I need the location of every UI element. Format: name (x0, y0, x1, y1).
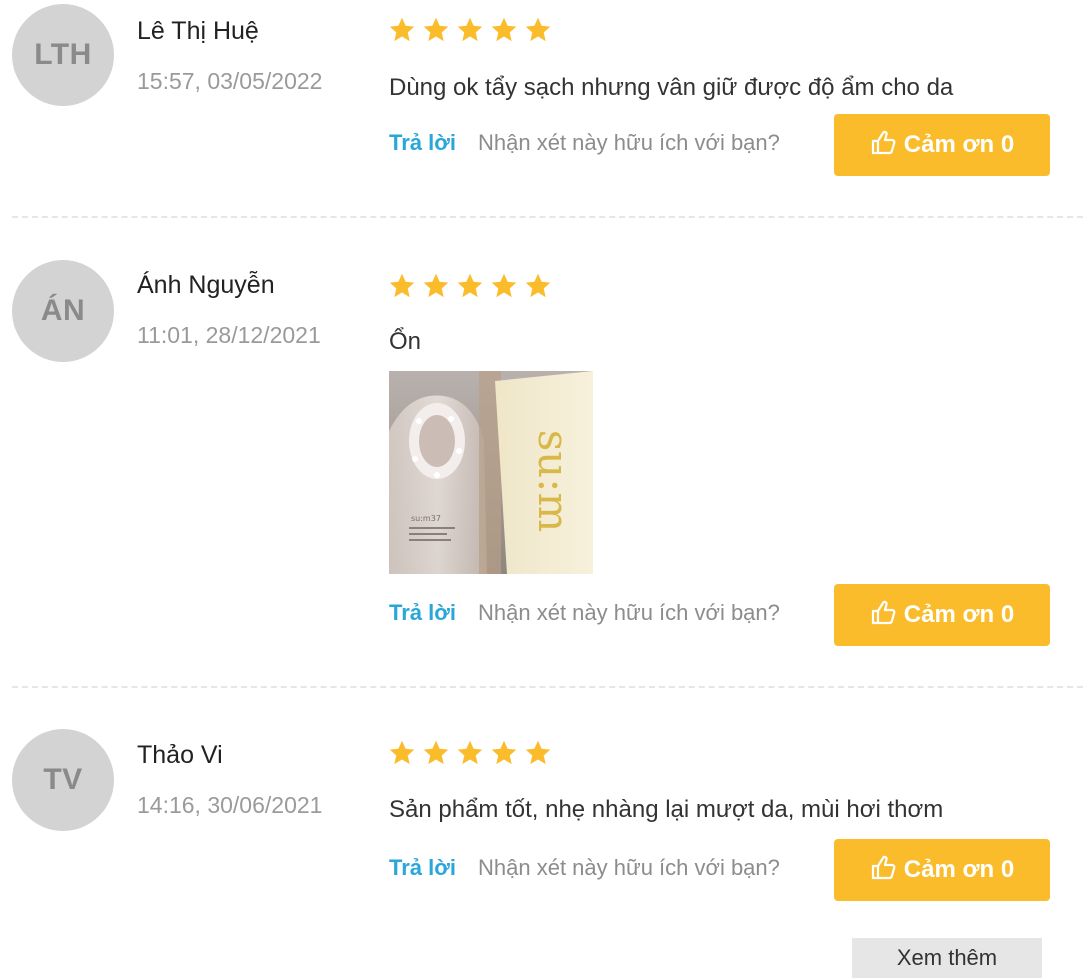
thumbs-up-icon (870, 600, 896, 626)
star-rating (388, 739, 552, 771)
star-icon (456, 739, 484, 771)
avatar: TV (12, 729, 114, 831)
star-rating (388, 16, 552, 48)
thanks-button[interactable]: Cảm ơn 0 (834, 114, 1050, 176)
thanks-button[interactable]: Cảm ơn 0 (834, 584, 1050, 646)
thumbs-up-icon (870, 130, 896, 156)
review-actions: Trả lời Nhận xét này hữu ích với bạn? Cả… (389, 114, 1051, 176)
star-icon (388, 272, 416, 304)
star-icon (490, 16, 518, 48)
reply-link[interactable]: Trả lời (389, 600, 456, 626)
review-date: 14:16, 30/06/2021 (137, 792, 323, 818)
avatar: ÁN (12, 260, 114, 362)
reply-link[interactable]: Trả lời (389, 855, 456, 881)
review-date: 11:01, 28/12/2021 (137, 322, 321, 348)
review-date: 15:57, 03/05/2022 (137, 68, 323, 94)
svg-text:su:m37: su:m37 (411, 514, 441, 523)
review-photo[interactable]: su:m su:m37 (389, 371, 593, 574)
star-icon (388, 739, 416, 771)
helpful-question: Nhận xét này hữu ích với bạn? (478, 130, 780, 155)
star-icon (456, 272, 484, 304)
thanks-label: Cảm ơn 0 (903, 601, 1015, 628)
thanks-button[interactable]: Cảm ơn 0 (834, 839, 1050, 901)
thanks-label: Cảm ơn 0 (903, 856, 1015, 883)
star-icon (490, 739, 518, 771)
star-icon (422, 272, 450, 304)
star-icon (490, 272, 518, 304)
photo-brand-text: su:m (529, 430, 578, 533)
review-actions: Trả lời Nhận xét này hữu ích với bạn? Cả… (389, 839, 1051, 901)
star-icon (524, 739, 552, 771)
helpful-question: Nhận xét này hữu ích với bạn? (478, 855, 780, 880)
star-rating (388, 272, 552, 304)
reviewer-name: Ánh Nguyễn (137, 271, 275, 299)
star-icon (524, 272, 552, 304)
star-icon (422, 739, 450, 771)
avatar: LTH (12, 4, 114, 106)
helpful-question: Nhận xét này hữu ích với bạn? (478, 600, 780, 625)
review-comment: Sản phẩm tốt, nhẹ nhàng lại mượt da, mùi… (389, 796, 944, 823)
see-more-button[interactable]: Xem thêm (852, 938, 1042, 978)
reviewer-name: Lê Thị Huệ (137, 17, 259, 45)
star-icon (456, 16, 484, 48)
review-comment: Ổn (389, 328, 422, 355)
review-divider (12, 686, 1083, 688)
star-icon (524, 16, 552, 48)
star-icon (422, 16, 450, 48)
review-actions: Trả lời Nhận xét này hữu ích với bạn? Cả… (389, 584, 1051, 646)
thumbs-up-icon (870, 855, 896, 881)
thanks-label: Cảm ơn 0 (903, 131, 1015, 158)
review-comment: Dùng ok tẩy sạch nhưng vân giữ được độ ẩ… (389, 74, 954, 101)
reviewer-name: Thảo Vi (137, 741, 223, 769)
review-divider (12, 216, 1083, 218)
star-icon (388, 16, 416, 48)
reply-link[interactable]: Trả lời (389, 130, 456, 156)
